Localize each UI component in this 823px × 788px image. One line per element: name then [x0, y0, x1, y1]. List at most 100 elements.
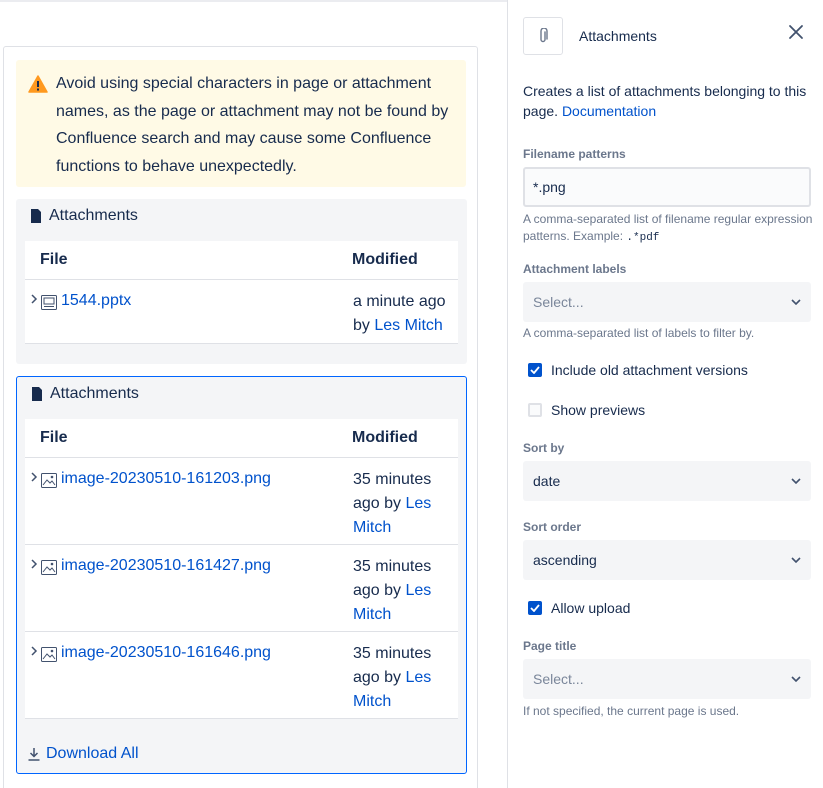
table-header: File Modified [25, 419, 458, 458]
file-link[interactable]: 1544.pptx [61, 292, 131, 310]
attachment-labels-placeholder: Select... [533, 294, 584, 310]
filename-patterns-label: Filename patterns [523, 147, 626, 161]
table-row[interactable]: image-20230510-161646.png 35 minutes ago… [25, 632, 458, 719]
close-icon[interactable] [787, 23, 805, 41]
attachments-macro-selected[interactable]: Attachments File Modified image-20230510… [16, 376, 467, 774]
file-link[interactable]: image-20230510-161203.png [61, 470, 271, 488]
panel-title: Attachments [579, 28, 657, 44]
allow-upload-checkbox[interactable]: Allow upload [528, 600, 630, 616]
chevron-down-icon [791, 478, 801, 484]
sort-by-value: date [533, 473, 561, 489]
checkbox-checked[interactable] [528, 601, 542, 615]
checkbox-checked[interactable] [528, 363, 542, 377]
page-editor[interactable]: Avoid using special characters in page o… [3, 46, 478, 788]
documentation-link[interactable]: Documentation [562, 103, 656, 119]
col-file-header: File [40, 251, 68, 268]
document-icon [32, 387, 42, 401]
modified-by-text: ago by [353, 495, 406, 512]
user-link[interactable]: Les Mitch [374, 317, 442, 334]
user-link[interactable]: Les [405, 669, 431, 686]
attachment-labels-label: Attachment labels [523, 262, 627, 276]
chevron-down-icon [791, 557, 801, 563]
page-title-label: Page title [523, 639, 577, 653]
modified-time: a minute ago [353, 293, 446, 310]
filename-patterns-input[interactable] [523, 167, 811, 207]
user-link[interactable]: Les [405, 582, 431, 599]
attachments-table: File Modified 1544.pptx a minute ago by … [25, 241, 458, 344]
checkmark-icon [530, 604, 540, 612]
table-row[interactable]: 1544.pptx a minute ago by Les Mitch [25, 280, 458, 344]
table-row[interactable]: image-20230510-161427.png 35 minutes ago… [25, 545, 458, 632]
modified-time: 35 minutes [353, 645, 432, 662]
modified-by-text: ago by [353, 669, 406, 686]
panel-header: Attachments [523, 17, 813, 55]
macro-title-label: Attachments [50, 385, 139, 402]
checkbox-unchecked[interactable] [528, 403, 542, 417]
modified-cell: 35 minutes ago by Les Mitch [353, 468, 431, 540]
chevron-right-icon[interactable] [30, 294, 38, 304]
page-title-help: If not specified, the current page is us… [523, 704, 740, 718]
file-link[interactable]: image-20230510-161646.png [61, 644, 271, 662]
show-previews-checkbox[interactable]: Show previews [528, 402, 645, 418]
user-link[interactable]: Mitch [353, 693, 391, 710]
modified-cell: a minute ago by Les Mitch [353, 290, 446, 338]
table-header: File Modified [25, 241, 458, 280]
chevron-right-icon[interactable] [30, 559, 38, 569]
macro-title: Attachments [30, 207, 138, 225]
modified-cell: 35 minutes ago by Les Mitch [353, 555, 431, 627]
chevron-down-icon [791, 676, 801, 682]
sort-order-value: ascending [533, 552, 597, 568]
table-row[interactable]: image-20230510-161203.png 35 minutes ago… [25, 458, 458, 545]
macro-icon [523, 17, 563, 55]
image-file-icon [41, 560, 57, 575]
macro-title-label: Attachments [49, 207, 138, 224]
modified-time: 35 minutes [353, 471, 432, 488]
file-link[interactable]: image-20230510-161427.png [61, 557, 271, 575]
page-title-select[interactable]: Select... [523, 659, 811, 699]
paperclip-icon [540, 28, 548, 43]
document-icon [31, 209, 41, 223]
modified-by-text: by [353, 317, 375, 334]
image-file-icon [41, 647, 57, 662]
include-old-versions-checkbox[interactable]: Include old attachment versions [528, 362, 748, 378]
macro-title: Attachments [31, 385, 139, 403]
chevron-down-icon [791, 299, 801, 305]
filename-help-example: .*pdf [626, 232, 660, 244]
macro-config-panel: Attachments Creates a list of attachment… [507, 0, 823, 788]
warning-line: Avoid using special characters in page o… [56, 75, 432, 92]
col-modified-header: Modified [352, 429, 418, 446]
warning-line: functions to behave unexpectedly. [56, 157, 297, 175]
include-old-versions-label: Include old attachment versions [551, 362, 748, 378]
attachments-table: File Modified image-20230510-161203.png … [25, 419, 458, 719]
macro-description: Creates a list of attachments belonging … [523, 81, 813, 121]
attachment-labels-help: A comma-separated list of labels to filt… [523, 326, 755, 340]
modified-cell: 35 minutes ago by Les Mitch [353, 642, 431, 714]
sort-order-select[interactable]: ascending [523, 540, 811, 580]
user-link[interactable]: Mitch [353, 519, 391, 536]
sort-order-label: Sort order [523, 520, 582, 534]
image-file-icon [41, 473, 57, 488]
col-modified-header: Modified [352, 251, 418, 268]
user-link[interactable]: Mitch [353, 606, 391, 623]
presentation-file-icon [41, 295, 57, 310]
download-all-link[interactable]: Download All [28, 745, 139, 763]
warning-panel: Avoid using special characters in page o… [16, 60, 466, 187]
filename-help-text: A comma-separated list of filename regul… [523, 212, 813, 243]
sort-by-label: Sort by [523, 441, 565, 455]
chevron-right-icon[interactable] [30, 646, 38, 656]
warning-icon [28, 75, 48, 93]
download-icon [28, 747, 40, 761]
chevron-right-icon[interactable] [30, 472, 38, 482]
attachments-macro[interactable]: Attachments File Modified 1544.pptx a mi… [16, 199, 467, 364]
show-previews-label: Show previews [551, 402, 646, 418]
modified-by-text: ago by [353, 582, 406, 599]
attachment-labels-select[interactable]: Select... [523, 282, 811, 322]
checkmark-icon [530, 366, 540, 374]
user-link[interactable]: Les [405, 495, 431, 512]
modified-time: 35 minutes [353, 558, 432, 575]
warning-line: names, as the page or attachment may not… [56, 102, 449, 120]
filename-patterns-help: A comma-separated list of filename regul… [523, 211, 813, 247]
sort-by-select[interactable]: date [523, 461, 811, 501]
allow-upload-label: Allow upload [551, 600, 631, 616]
download-all-label[interactable]: Download All [46, 745, 139, 763]
